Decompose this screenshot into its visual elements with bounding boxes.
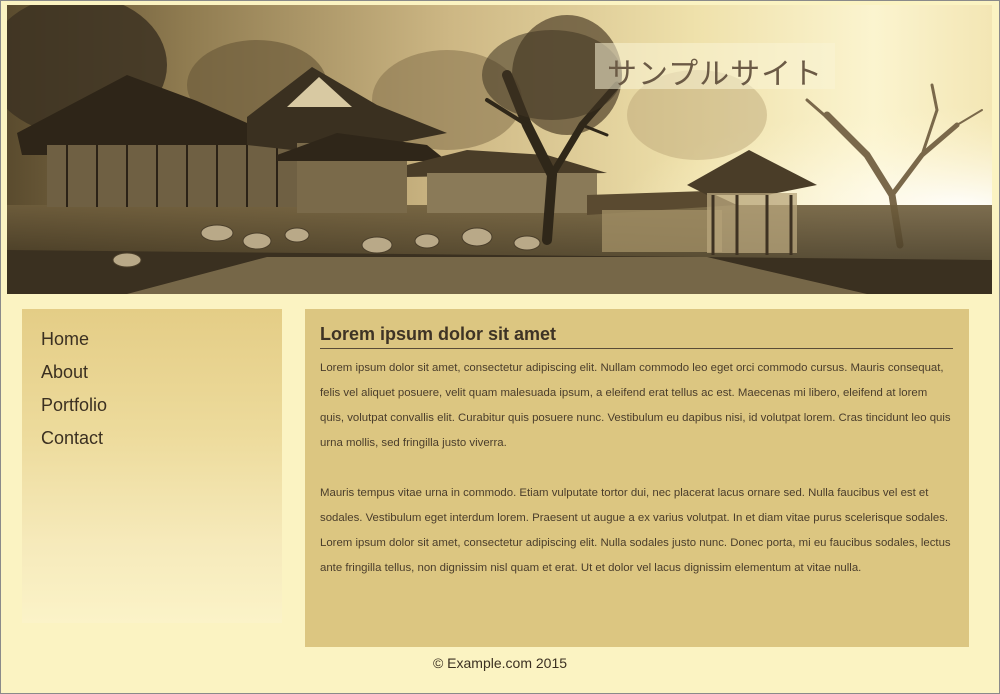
header-banner: サンプルサイト: [7, 5, 992, 294]
nav-item-portfolio[interactable]: Portfolio: [41, 395, 107, 416]
article-paragraph: Mauris tempus vitae urna in commodo. Eti…: [320, 487, 951, 574]
sidebar-nav: Home About Portfolio Contact: [22, 309, 282, 623]
temple-landscape-image: [7, 5, 992, 294]
page-frame: サンプルサイト Home About Portfolio Contact Lor…: [0, 0, 1000, 694]
nav-item-contact[interactable]: Contact: [41, 428, 103, 449]
nav-item-about[interactable]: About: [41, 362, 88, 383]
article-paragraph: Lorem ipsum dolor sit amet, consectetur …: [320, 362, 951, 449]
footer-copyright: © Example.com 2015: [432, 655, 568, 671]
site-title: サンプルサイト: [607, 57, 824, 92]
main-content: Lorem ipsum dolor sit amet Lorem ipsum d…: [305, 309, 969, 647]
article-heading: Lorem ipsum dolor sit amet: [320, 324, 953, 349]
nav-item-home[interactable]: Home: [41, 329, 89, 350]
